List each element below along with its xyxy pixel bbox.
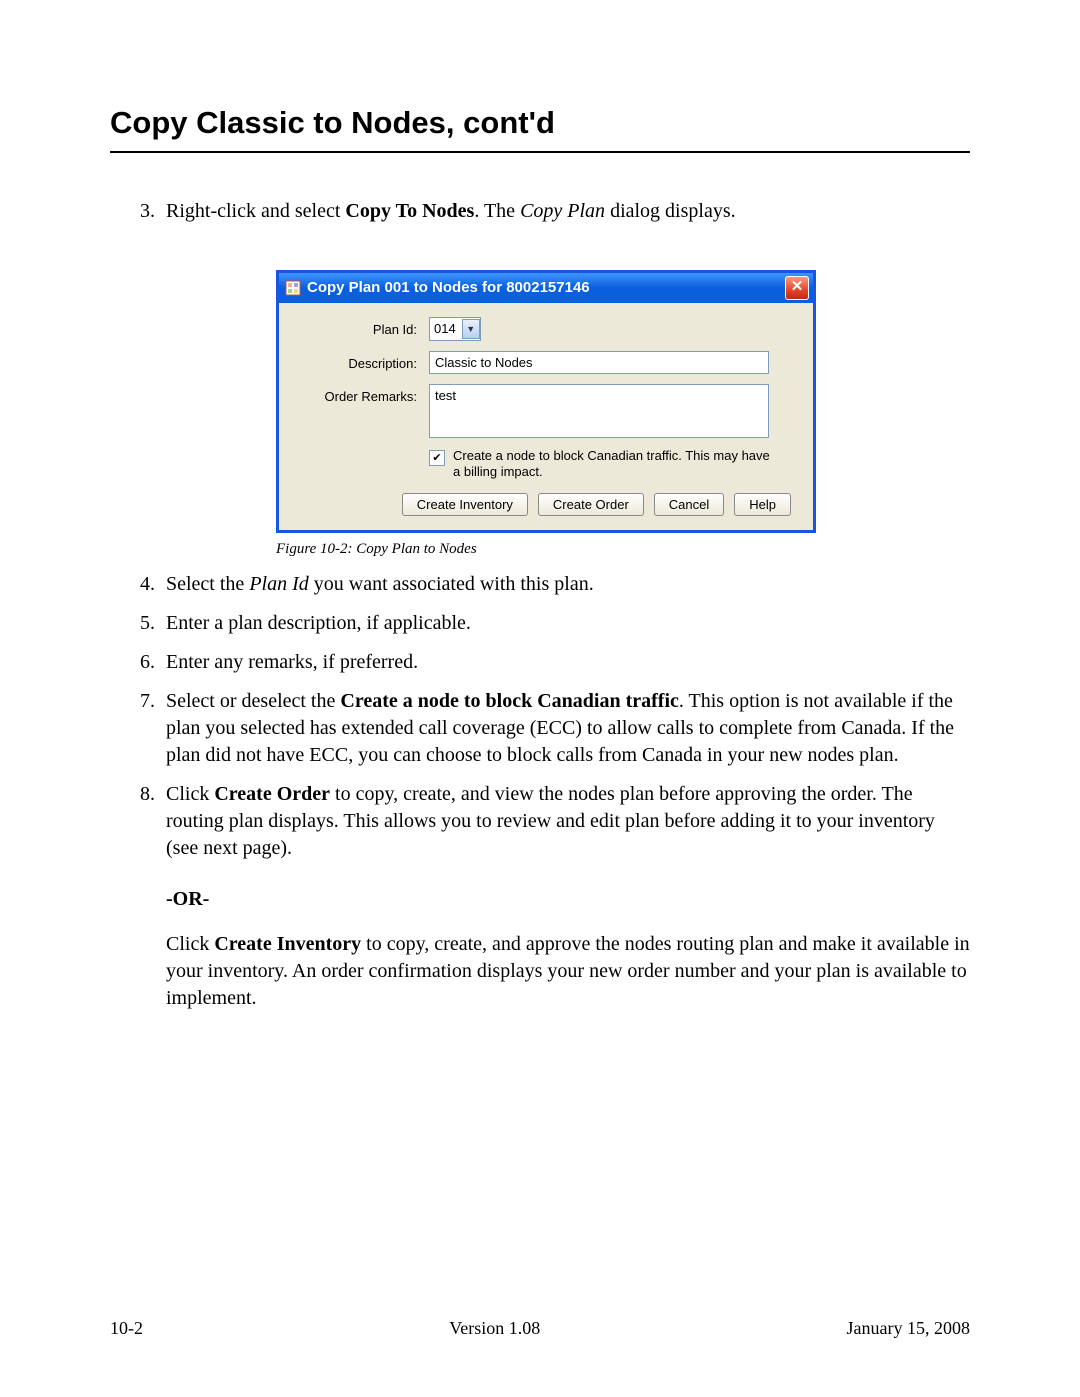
step-8-text-a: Click (166, 783, 214, 805)
step-4-ital: Plan Id (249, 573, 308, 595)
step-7-bold: Create a node to block Canadian traffic (340, 690, 679, 712)
step-3-text-c: dialog displays. (605, 200, 736, 222)
step-7-text-a: Select or deselect the (166, 690, 340, 712)
step-8: Click Create Order to copy, create, and … (160, 781, 970, 1012)
step-3-text-a: Right-click and select (166, 200, 345, 222)
plan-id-select[interactable]: 014 ▼ (429, 317, 481, 341)
or-para-a: Click (166, 933, 214, 955)
step-3-ital: Copy Plan (520, 200, 605, 222)
create-inventory-button[interactable]: Create Inventory (402, 493, 528, 516)
figure-caption: Figure 10-2: Copy Plan to Nodes (276, 539, 816, 559)
step-8-bold: Create Order (214, 783, 330, 805)
dialog-titlebar: Copy Plan 001 to Nodes for 8002157146 ✕ (279, 273, 813, 303)
or-paragraph: Click Create Inventory to copy, create, … (166, 931, 970, 1012)
plan-id-label: Plan Id: (297, 317, 429, 339)
footer-center: Version 1.08 (449, 1318, 540, 1339)
step-4: Select the Plan Id you want associated w… (160, 571, 970, 598)
order-remarks-label: Order Remarks: (297, 384, 429, 406)
block-canadian-label: Create a node to block Canadian traffic.… (453, 448, 773, 479)
description-input[interactable] (429, 351, 769, 374)
footer-left: 10-2 (110, 1318, 143, 1339)
dialog-title: Copy Plan 001 to Nodes for 8002157146 (307, 278, 590, 298)
figure-copy-plan: Copy Plan 001 to Nodes for 8002157146 ✕ … (276, 270, 816, 559)
or-label: -OR- (166, 886, 970, 913)
plan-id-value: 014 (434, 320, 456, 338)
page-footer: 10-2 Version 1.08 January 15, 2008 (110, 1318, 970, 1339)
chevron-down-icon: ▼ (462, 319, 480, 339)
help-button[interactable]: Help (734, 493, 791, 516)
footer-right: January 15, 2008 (847, 1318, 970, 1339)
cancel-button[interactable]: Cancel (654, 493, 724, 516)
block-canadian-checkbox[interactable]: ✔ (429, 450, 445, 466)
check-icon: ✔ (432, 451, 441, 466)
step-6: Enter any remarks, if preferred. (160, 649, 970, 676)
step-4-text-b: you want associated with this plan. (309, 573, 594, 595)
create-order-button[interactable]: Create Order (538, 493, 644, 516)
app-icon (285, 280, 301, 296)
step-3-bold: Copy To Nodes (345, 200, 474, 222)
step-7: Select or deselect the Create a node to … (160, 688, 970, 769)
close-button[interactable]: ✕ (785, 276, 809, 300)
step-4-text-a: Select the (166, 573, 249, 595)
order-remarks-input[interactable]: test (429, 384, 769, 438)
step-3: Right-click and select Copy To Nodes. Th… (160, 198, 970, 559)
or-para-bold: Create Inventory (214, 933, 361, 955)
page-title: Copy Classic to Nodes, cont'd (110, 105, 970, 141)
copy-plan-dialog: Copy Plan 001 to Nodes for 8002157146 ✕ … (276, 270, 816, 533)
title-rule (110, 151, 970, 153)
step-5: Enter a plan description, if applicable. (160, 610, 970, 637)
step-3-text-b: . The (474, 200, 520, 222)
description-label: Description: (297, 351, 429, 373)
close-icon: ✕ (791, 278, 804, 295)
